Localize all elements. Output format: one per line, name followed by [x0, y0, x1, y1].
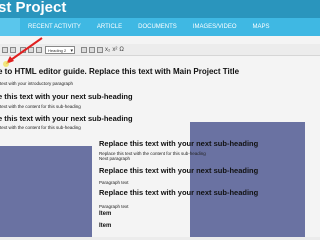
tab-maps[interactable]: MAPS — [245, 18, 278, 36]
italic-icon[interactable] — [10, 46, 16, 53]
chevron-down-icon: ▾ — [70, 47, 73, 54]
link-icon[interactable] — [97, 46, 103, 53]
sub-paragraph: Paragraph text — [99, 180, 129, 185]
editor-toolbar: Heading 2 ▾ x₂ x² Ω — [0, 44, 320, 56]
image-placeholder-left[interactable] — [0, 146, 92, 240]
sub-paragraph: Next paragraph — [99, 156, 131, 161]
sub-heading: Replace this text with your next sub-hea… — [99, 188, 259, 197]
superscript-icon[interactable]: x² — [112, 45, 117, 55]
style-select[interactable]: Heading 2 ▾ — [45, 45, 75, 54]
sub-heading: e this text with your next sub-heading — [0, 114, 133, 123]
list-item: Item — [99, 211, 112, 217]
list-icon[interactable] — [81, 46, 87, 53]
align-right-icon[interactable] — [36, 46, 42, 53]
code-icon[interactable]: Ω — [119, 45, 124, 55]
tab-documents[interactable]: DOCUMENTS — [130, 18, 185, 36]
app-header: st Project — [0, 0, 320, 18]
sub-paragraph: text with the content for this sub-headi… — [0, 104, 81, 109]
sub-heading: Replace this text with your next sub-hea… — [99, 139, 259, 148]
sub-paragraph: text with the content for this sub-headi… — [0, 125, 81, 130]
main-title: e to HTML editor guide. Replace this tex… — [0, 67, 240, 76]
tab-recent-activity[interactable]: RECENT ACTIVITY — [20, 18, 89, 36]
align-center-icon[interactable] — [28, 46, 34, 53]
subscript-icon[interactable]: x₂ — [105, 45, 110, 55]
sub-heading: e this text with your next sub-heading — [0, 92, 133, 101]
tab-article[interactable]: ARTICLE — [89, 18, 130, 36]
nav-bar: RECENT ACTIVITY ARTICLE DOCUMENTS IMAGES… — [0, 18, 320, 36]
indent-icon[interactable] — [89, 46, 95, 53]
bold-icon[interactable] — [2, 46, 8, 53]
intro-paragraph: text with your introductory paragraph — [0, 81, 74, 86]
editor-content[interactable]: e to HTML editor guide. Replace this tex… — [0, 58, 320, 240]
list-item: Item — [99, 223, 112, 229]
tab-home[interactable] — [0, 18, 20, 36]
align-left-icon[interactable] — [20, 46, 26, 53]
app-title: st Project — [0, 0, 67, 16]
style-select-value: Heading 2 — [48, 47, 67, 53]
sub-paragraph: Paragraph text — [99, 204, 129, 209]
tab-images-video[interactable]: IMAGES/VIDEO — [185, 18, 245, 36]
sub-heading: Replace this text with your next sub-hea… — [99, 166, 259, 175]
